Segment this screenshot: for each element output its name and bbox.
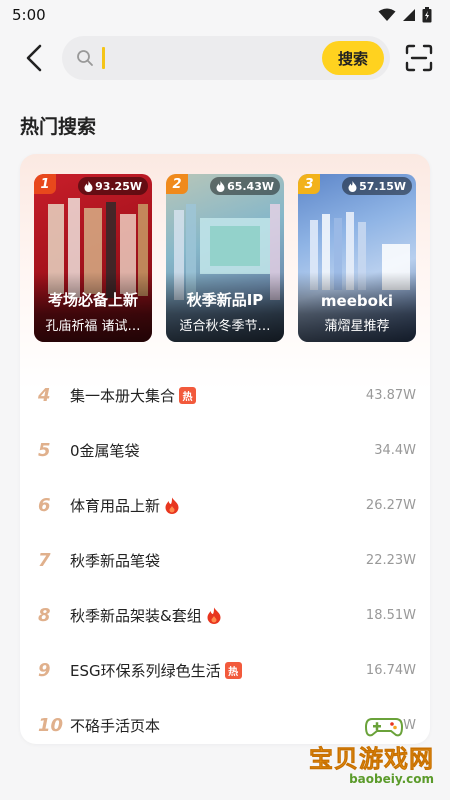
row-heat: 16.74W [365, 663, 416, 678]
top3-row: 1 93.25W 考场必备上新 孔庙祈福 诸试… 2 65.43W 秋季新品IP… [20, 154, 430, 342]
watermark: 宝贝游戏网 baobeiy.com [309, 713, 434, 786]
top-item-2[interactable]: 2 65.43W 秋季新品IP 适合秋冬季节… [166, 174, 284, 342]
row-rank: 4 [38, 385, 51, 406]
list-item[interactable]: 9 ESG环保系列绿色生活 热 16.74W [20, 643, 430, 698]
heat-value: 93.25W [95, 179, 142, 193]
row-title: 集一本册大集合 [70, 387, 176, 405]
search-bar: 搜索 [0, 30, 450, 86]
flame-icon [165, 497, 179, 514]
row-title: 不硌手活页本 [70, 717, 161, 735]
hot-search-card: 1 93.25W 考场必备上新 孔庙祈福 诸试… 2 65.43W 秋季新品IP… [20, 154, 430, 744]
row-heat: 18.51W [365, 608, 416, 623]
search-icon [77, 50, 93, 66]
search-input[interactable] [113, 49, 314, 67]
row-title-wrap: 体育用品上新 [70, 495, 366, 516]
row-rank: 6 [38, 495, 51, 516]
scan-button[interactable] [402, 41, 436, 75]
row-title: 秋季新品笔袋 [70, 552, 161, 570]
status-bar: 5:00 [0, 0, 450, 30]
tile-subtitle: 适合秋冬季节… [179, 319, 271, 334]
gamepad-icon [364, 718, 404, 737]
tile-title: meeboki [320, 292, 394, 310]
row-title: ESG环保系列绿色生活 [70, 662, 221, 680]
watermark-url: baobeiy.com [349, 772, 434, 786]
hot-tag: 热 [179, 387, 197, 404]
row-rank: 7 [38, 550, 51, 571]
heat-value: 57.15W [359, 179, 406, 193]
battery-icon [422, 7, 432, 23]
search-button[interactable]: 搜索 [321, 41, 384, 75]
hot-tag: 热 [224, 662, 242, 679]
row-heat: 34.4W [374, 443, 416, 458]
back-button[interactable] [18, 42, 50, 74]
section-title: 热门搜索 [20, 116, 97, 138]
tile-subtitle: 蒲熠星推荐 [324, 319, 390, 334]
list-item[interactable]: 7 秋季新品笔袋 22.23W [20, 533, 430, 588]
rank-badge: 2 [166, 174, 188, 194]
heat-chip: 65.43W [210, 177, 280, 195]
row-title-wrap: 集一本册大集合 热 [70, 385, 366, 406]
row-title: 体育用品上新 [70, 497, 161, 515]
fire-icon [216, 180, 225, 192]
status-time: 5:00 [12, 6, 46, 24]
top-item-3[interactable]: 3 57.15W meeboki 蒲熠星推荐 [298, 174, 416, 342]
heat-chip: 93.25W [78, 177, 148, 195]
row-title-wrap: ESG环保系列绿色生活 热 [70, 660, 366, 681]
rank-badge: 1 [34, 174, 56, 194]
tile-subtitle: 孔庙祈福 诸试… [45, 319, 141, 334]
fire-icon [84, 180, 93, 192]
heat-value: 65.43W [227, 179, 274, 193]
list-item[interactable]: 5 0金属笔袋 34.4W [20, 423, 430, 478]
row-title: 0金属笔袋 [70, 442, 140, 460]
row-title: 秋季新品架装&套组 [70, 607, 202, 625]
hot-search-list: 4 集一本册大集合 热 43.87W 5 0金属笔袋 34.4W 6 体育用品上… [20, 342, 430, 753]
row-heat: 43.87W [365, 388, 416, 403]
fire-icon [348, 180, 357, 192]
tile-title: 秋季新品IP [186, 291, 264, 309]
row-title-wrap: 0金属笔袋 [70, 440, 374, 461]
search-field[interactable]: 搜索 [62, 36, 390, 80]
row-rank: 8 [38, 605, 51, 626]
top-item-1[interactable]: 1 93.25W 考场必备上新 孔庙祈福 诸试… [34, 174, 152, 342]
text-caret [102, 47, 105, 69]
list-item[interactable]: 4 集一本册大集合 热 43.87W [20, 368, 430, 423]
status-icons [378, 7, 432, 23]
heat-chip: 57.15W [342, 177, 412, 195]
row-title-wrap: 秋季新品架装&套组 [70, 605, 366, 626]
signal-icon [403, 9, 415, 21]
flame-icon [207, 607, 221, 624]
row-rank: 9 [38, 660, 51, 681]
rank-badge: 3 [298, 174, 320, 194]
list-item[interactable]: 6 体育用品上新 26.27W [20, 478, 430, 533]
tile-title: 考场必备上新 [47, 291, 138, 309]
wifi-icon [378, 8, 396, 21]
row-heat: 22.23W [365, 553, 416, 568]
list-item[interactable]: 8 秋季新品架装&套组 18.51W [20, 588, 430, 643]
row-heat: 26.27W [365, 498, 416, 513]
chevron-left-icon [26, 44, 42, 72]
row-rank: 5 [38, 440, 51, 461]
watermark-title: 宝贝游戏网 [309, 745, 434, 774]
row-title-wrap: 秋季新品笔袋 [70, 550, 366, 571]
row-rank: 10 [38, 715, 64, 736]
scan-icon [405, 44, 433, 72]
